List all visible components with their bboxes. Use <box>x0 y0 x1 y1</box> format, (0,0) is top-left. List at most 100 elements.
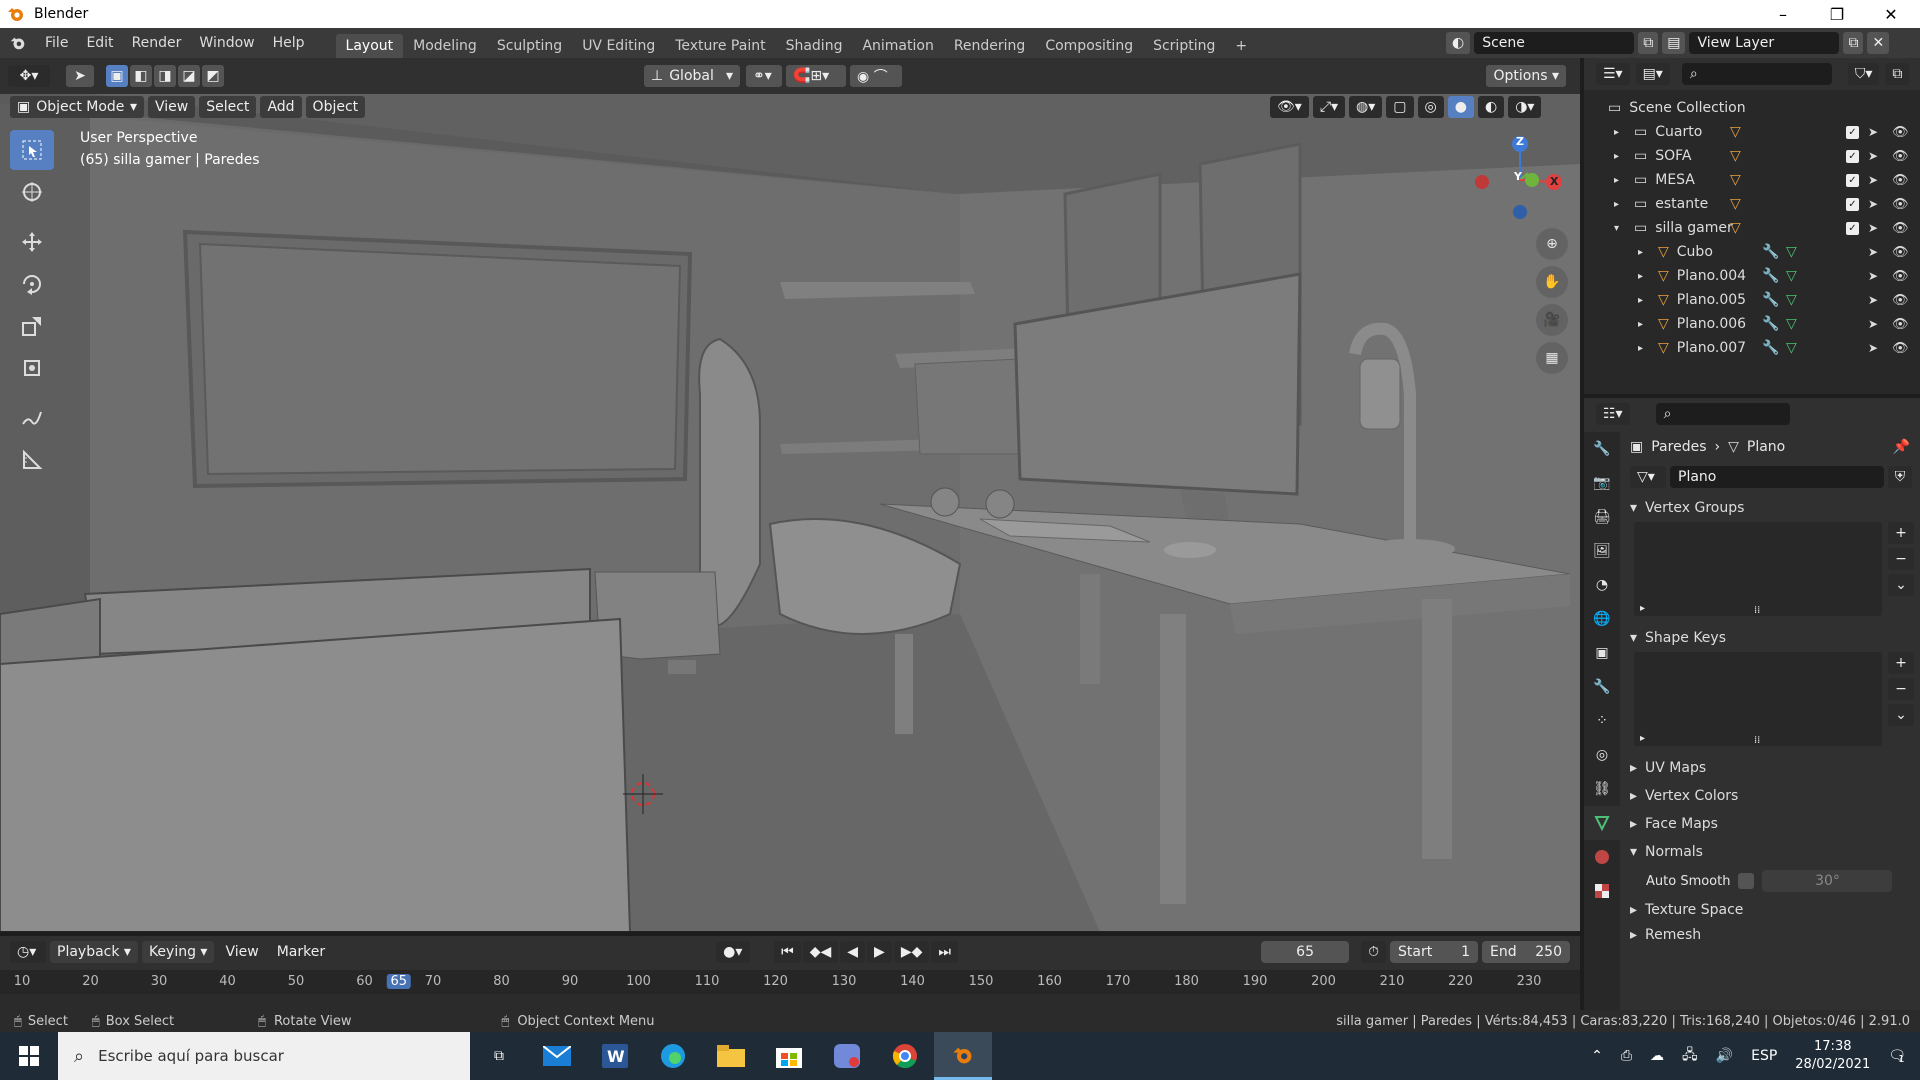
zoom-icon[interactable]: ⊕ <box>1536 228 1568 260</box>
vertex-colors-panel-header[interactable]: ▸ Vertex Colors <box>1624 782 1920 810</box>
task-view-icon[interactable]: ⧉ <box>470 1032 528 1080</box>
proportional-editing-icon[interactable]: ◉ ⌒ <box>850 65 902 87</box>
remove-shape-key-button[interactable]: − <box>1888 678 1914 700</box>
remove-vertex-group-button[interactable]: − <box>1888 548 1914 570</box>
shading-wireframe-icon[interactable]: ◎ <box>1417 96 1444 118</box>
visibility-eye-icon[interactable]: 👁 <box>1892 221 1909 236</box>
outliner-collection[interactable]: ▸ ▭ estante ▽ ✓ ➤ 👁 <box>1584 192 1920 216</box>
shading-rendered-icon[interactable]: ◑▾ <box>1508 96 1542 118</box>
selectable-arrow-icon[interactable]: ➤ <box>1868 149 1878 163</box>
render-tab-icon[interactable]: 📷 <box>1584 466 1620 500</box>
modifier-tab-icon[interactable]: 🔧 <box>1584 670 1620 704</box>
collapsed-chevron-icon[interactable]: ▸ <box>1614 199 1624 210</box>
volume-icon[interactable]: 🔊 <box>1716 1048 1733 1064</box>
remove-view-layer-icon[interactable]: ✕ <box>1867 32 1890 54</box>
add-shape-key-button[interactable]: + <box>1888 652 1914 674</box>
add-workspace-button[interactable]: + <box>1225 34 1257 58</box>
network-icon[interactable]: 🖧 <box>1682 1044 1698 1068</box>
rotate-tool-icon[interactable] <box>10 264 54 304</box>
expanded-chevron-icon[interactable]: ▾ <box>1614 223 1624 234</box>
outliner-object[interactable]: ▸ ▽ Cubo 🔧 ▽ ➤ 👁 <box>1584 240 1920 264</box>
outliner-collection[interactable]: ▸ ▭ SOFA ▽ ✓ ➤ 👁 <box>1584 144 1920 168</box>
list-expand-icon[interactable]: ▸ <box>1640 733 1645 744</box>
timeline-track[interactable] <box>0 994 1580 1010</box>
mode-dropdown[interactable]: ▣ Object Mode ▾ <box>10 96 144 118</box>
tab-layout[interactable]: Layout <box>335 34 404 58</box>
uv-maps-panel-header[interactable]: ▸ UV Maps <box>1624 754 1920 782</box>
jump-start-icon[interactable]: ⏮ <box>774 941 801 963</box>
chevron-up-icon[interactable]: ⌃ <box>1591 1048 1603 1064</box>
visibility-eye-icon[interactable]: 👁 <box>1892 245 1909 260</box>
auto-smooth-angle-field[interactable]: 30° <box>1762 870 1893 892</box>
start-frame-field[interactable]: Start 1 <box>1390 941 1478 963</box>
new-scene-icon[interactable]: ⧉ <box>1638 32 1659 54</box>
play-reverse-icon[interactable]: ◀ <box>840 941 866 963</box>
filter-icon[interactable]: ⛉▾ <box>1847 63 1880 85</box>
jump-end-icon[interactable]: ⏭ <box>931 941 958 963</box>
collapsed-chevron-icon[interactable]: ▸ <box>1638 319 1648 330</box>
mesh-browse-icon[interactable]: ▽▾ <box>1630 466 1666 488</box>
new-collection-icon[interactable]: ⧉ <box>1885 63 1910 85</box>
collapsed-chevron-icon[interactable]: ▸ <box>1614 127 1624 138</box>
vertex-group-specials-icon[interactable]: ⌄ <box>1888 574 1914 596</box>
annotate-tool-icon[interactable] <box>10 398 54 438</box>
transform-orientation-dropdown[interactable]: ⊥ Global ▾ <box>644 65 740 87</box>
frame-ruler[interactable]: 10 20 30 40 50 60 65 70 80 90 100 110 120 130 140 150 16… <box>0 970 1580 994</box>
cursor-tool-icon[interactable] <box>10 172 54 212</box>
resize-handle-icon[interactable]: ⁞⁞ <box>1754 735 1760 746</box>
word-icon[interactable]: W <box>586 1032 644 1080</box>
tab-sculpting[interactable]: Sculpting <box>487 34 572 58</box>
outliner-collection[interactable]: ▸ ▭ Cuarto ▽ ✓ ➤ 👁 <box>1584 120 1920 144</box>
object-tab-icon[interactable]: ▣ <box>1584 636 1620 670</box>
scale-tool-icon[interactable] <box>10 306 54 346</box>
menu-object[interactable]: Object <box>305 96 366 118</box>
snap-icon[interactable]: 🧲⊞▾ <box>786 65 846 87</box>
texture-space-panel-header[interactable]: ▸ Texture Space <box>1624 896 1920 924</box>
maximize-button[interactable]: ❐ <box>1810 0 1864 28</box>
mail-icon[interactable] <box>528 1032 586 1080</box>
options-dropdown[interactable]: Options ▾ <box>1486 65 1566 87</box>
output-tab-icon[interactable]: 🖨 <box>1584 500 1620 534</box>
chrome-icon[interactable] <box>876 1032 934 1080</box>
auto-smooth-checkbox[interactable] <box>1738 873 1755 889</box>
add-vertex-group-button[interactable]: + <box>1888 522 1914 544</box>
scene-field[interactable]: Scene <box>1474 32 1635 54</box>
view-layer-tab-icon[interactable]: 🖼 <box>1584 534 1620 568</box>
selectable-arrow-icon[interactable]: ➤ <box>1868 293 1878 307</box>
menu-window[interactable]: Window <box>190 35 263 51</box>
language-indicator[interactable]: ESP <box>1751 1048 1777 1064</box>
editor-type-icon[interactable]: ✥▾ <box>8 65 50 87</box>
face-maps-panel-header[interactable]: ▸ Face Maps <box>1624 810 1920 838</box>
move-tool-icon[interactable] <box>10 222 54 262</box>
menu-marker[interactable]: Marker <box>270 941 332 963</box>
visibility-eye-icon[interactable]: 👁 <box>1892 341 1909 356</box>
pin-icon[interactable]: 📌 <box>1893 439 1910 455</box>
pivot-point-icon[interactable]: ⚭▾ <box>746 65 782 87</box>
constraints-tab-icon[interactable]: ⛓ <box>1584 772 1620 806</box>
vertex-groups-panel-header[interactable]: ▾ Vertex Groups <box>1624 494 1920 522</box>
selectable-arrow-icon[interactable]: ➤ <box>1868 125 1878 139</box>
timeline-editor-type-icon[interactable]: ◷▾ <box>10 941 46 963</box>
device-icon[interactable]: ⎙ <box>1621 1048 1632 1064</box>
physics-tab-icon[interactable]: ◎ <box>1584 738 1620 772</box>
start-button-icon[interactable] <box>0 1032 58 1080</box>
transform-tool-icon[interactable] <box>10 348 54 388</box>
texture-tab-icon[interactable] <box>1584 874 1620 908</box>
shading-solid-icon[interactable]: ● <box>1447 96 1474 118</box>
blender-menu-icon[interactable] <box>0 34 36 52</box>
current-frame-field[interactable]: 65 <box>1261 941 1350 963</box>
world-tab-icon[interactable]: 🌐 <box>1584 602 1620 636</box>
minimize-button[interactable]: – <box>1756 0 1810 28</box>
exclude-checkbox[interactable]: ✓ <box>1846 125 1859 139</box>
particles-tab-icon[interactable]: ⁘ <box>1584 704 1620 738</box>
tab-animation[interactable]: Animation <box>852 34 943 58</box>
gizmo-toggle-icon[interactable]: ⤢▾ <box>1312 96 1346 118</box>
outliner-search-input[interactable]: ⌕ <box>1681 63 1832 85</box>
menu-playback[interactable]: Playback ▾ <box>50 941 138 963</box>
collapsed-chevron-icon[interactable]: ▸ <box>1638 343 1648 354</box>
menu-select[interactable]: Select <box>199 96 257 118</box>
visibility-eye-icon[interactable]: 👁 <box>1892 197 1909 212</box>
taskbar-search-box[interactable]: ⌕ Escribe aquí para buscar <box>58 1032 470 1080</box>
jump-keyframe-forward-icon[interactable]: ▶◆ <box>893 941 930 963</box>
selectable-arrow-icon[interactable]: ➤ <box>1868 221 1878 235</box>
